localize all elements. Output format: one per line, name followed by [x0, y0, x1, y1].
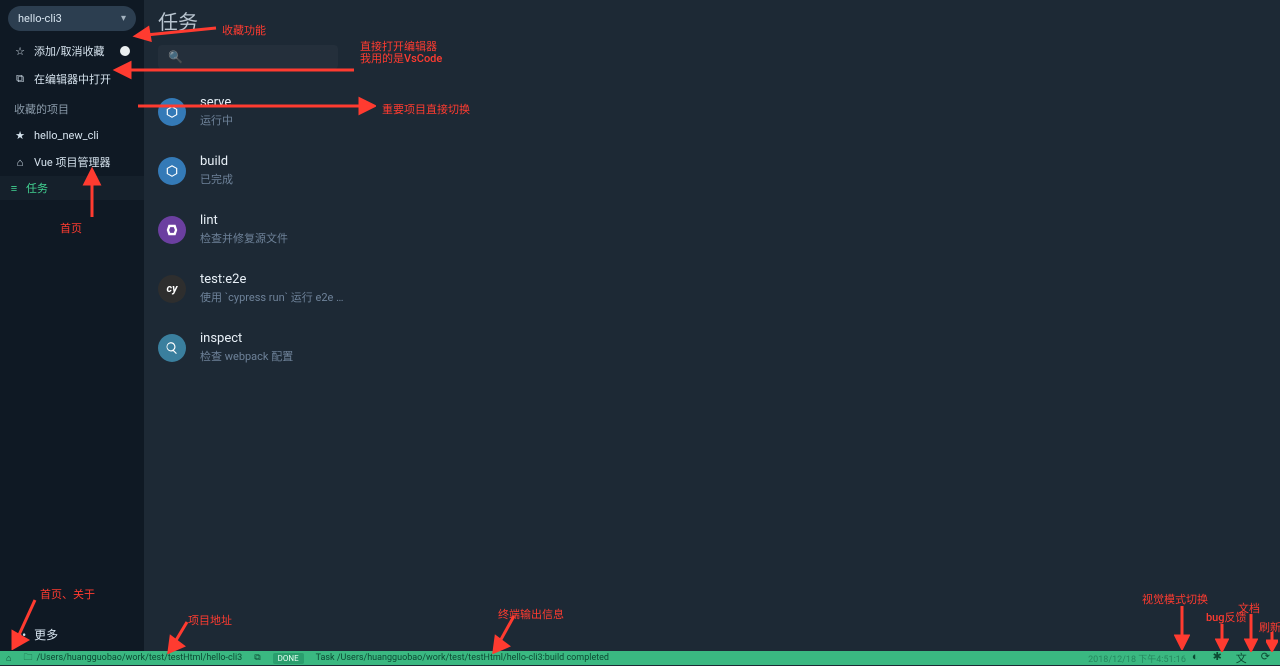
tasks-icon: ≡ — [8, 182, 20, 195]
task-row-serve[interactable]: serve 运行中 — [158, 87, 1266, 146]
task-name: serve — [200, 95, 233, 110]
star-icon: ★ — [14, 129, 26, 142]
project-manager-label: Vue 项目管理器 — [34, 154, 110, 170]
main-content: 任务 🔍 serve 运行中 build 已完成 — [144, 0, 1280, 651]
favorite-project-label: hello_new_cli — [34, 129, 99, 142]
tab-tasks[interactable]: ≡ 任务 — [0, 176, 144, 200]
cube-icon — [158, 157, 186, 185]
status-bar: ⌂ 🗀 /Users/huangguobao/work/test/testHtm… — [0, 651, 1280, 665]
magnify-icon — [158, 334, 186, 362]
task-row-inspect[interactable]: inspect 检查 webpack 配置 — [158, 323, 1266, 382]
project-path: /Users/huangguobao/work/test/testHtml/he… — [36, 653, 242, 663]
cypress-icon: cy — [158, 275, 186, 303]
more-menu-button[interactable]: ••• 更多 — [0, 618, 144, 651]
cube-icon — [158, 98, 186, 126]
ellipsis-icon: ••• — [14, 628, 26, 642]
toggle-favorite-label: 添加/取消收藏 — [34, 43, 105, 59]
status-timestamp: 2018/12/18 下午4:51:16 — [1082, 652, 1192, 665]
home-icon: ⌂ — [14, 156, 26, 169]
theme-toggle-icon[interactable]: ◐ — [1192, 650, 1199, 666]
home-icon: ⌂ — [6, 653, 11, 664]
caret-down-icon: ▾ — [121, 13, 126, 24]
project-path-segment[interactable]: 🗀 /Users/huangguobao/work/test/testHtml/… — [17, 650, 248, 666]
task-row-teste2e[interactable]: cy test:e2e 使用 `cypress run` 运行 e2e … — [158, 264, 1266, 323]
bug-icon[interactable]: ✱ — [1213, 650, 1222, 666]
search-input[interactable] — [189, 51, 329, 64]
task-desc: 运行中 — [200, 112, 233, 128]
task-row-build[interactable]: build 已完成 — [158, 146, 1266, 205]
page-title: 任务 — [158, 6, 1266, 35]
star-outline-icon: ☆ — [14, 45, 26, 58]
refresh-icon[interactable]: ⟳ — [1261, 650, 1270, 666]
open-in-editor-label: 在编辑器中打开 — [34, 71, 111, 87]
task-desc: 检查 webpack 配置 — [200, 348, 293, 364]
favorites-section-title: 收藏的项目 — [0, 93, 144, 123]
project-name: hello-cli3 — [18, 12, 62, 25]
translate-icon[interactable]: 文 — [1236, 650, 1247, 666]
task-name: test:e2e — [200, 272, 343, 287]
search-icon: 🔍 — [168, 50, 183, 64]
task-desc: 已完成 — [200, 171, 233, 187]
editor-icon: ⧉ — [254, 653, 260, 663]
more-label: 更多 — [34, 626, 58, 643]
tab-tasks-label: 任务 — [26, 180, 48, 196]
toggle-favorite[interactable]: ☆ 添加/取消收藏 — [0, 37, 144, 65]
task-row-lint[interactable]: lint 检查并修复源文件 — [158, 205, 1266, 264]
sidebar: hello-cli3 ▾ ☆ 添加/取消收藏 ⧉ 在编辑器中打开 收藏的项目 ★… — [0, 0, 144, 651]
task-desc: 使用 `cypress run` 运行 e2e … — [200, 289, 343, 305]
editor-icon: ⧉ — [14, 72, 26, 86]
open-in-editor[interactable]: ⧉ 在编辑器中打开 — [0, 65, 144, 93]
task-name: inspect — [200, 331, 293, 346]
toggle-indicator — [120, 46, 130, 56]
project-selector[interactable]: hello-cli3 ▾ — [8, 6, 136, 31]
hexagon-icon — [158, 216, 186, 244]
status-badge: DONE — [273, 653, 304, 664]
editor-shortcut[interactable]: ⧉ — [248, 653, 266, 663]
status-log: Task /Users/huangguobao/work/test/testHt… — [310, 653, 615, 663]
task-search[interactable]: 🔍 — [158, 45, 338, 69]
task-name: build — [200, 154, 233, 169]
favorite-project-item[interactable]: ★ hello_new_cli — [0, 123, 144, 148]
project-manager-link[interactable]: ⌂ Vue 项目管理器 — [0, 148, 144, 176]
folder-icon: 🗀 — [23, 650, 32, 666]
task-name: lint — [200, 213, 288, 228]
status-home-button[interactable]: ⌂ — [0, 653, 17, 664]
task-desc: 检查并修复源文件 — [200, 230, 288, 246]
